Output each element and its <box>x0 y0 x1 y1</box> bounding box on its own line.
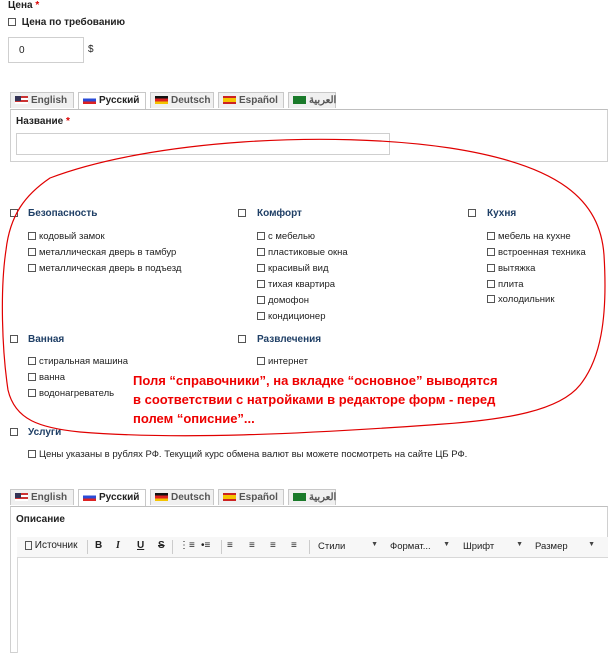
font-dropdown[interactable]: Шрифт ▼ <box>463 541 523 552</box>
document-icon <box>25 540 32 550</box>
tab-arabic[interactable]: العربية <box>288 489 336 505</box>
numbered-list-icon[interactable]: ⋮≡ <box>179 540 195 551</box>
align-right-icon[interactable]: ≡ <box>270 540 276 551</box>
tab-deutsch[interactable]: Deutsch <box>150 489 214 505</box>
underline-button[interactable]: U <box>137 540 144 551</box>
size-dropdown[interactable]: Размер ▼ <box>535 541 595 552</box>
chevron-down-icon: ▼ <box>588 541 595 548</box>
italic-button[interactable]: I <box>116 540 120 551</box>
separator <box>172 540 173 554</box>
separator <box>87 540 88 554</box>
tab-espanol[interactable]: Español <box>218 489 284 505</box>
chevron-down-icon: ▼ <box>516 541 523 548</box>
align-left-icon[interactable]: ≡ <box>227 540 233 551</box>
bulleted-list-icon[interactable]: •≡ <box>201 540 210 551</box>
flag-ru-icon <box>83 493 96 502</box>
styles-dropdown[interactable]: Стили ▼ <box>318 541 378 552</box>
annotation-line-1: Поля “справочники”, на вкладке “основное… <box>133 373 498 388</box>
flag-es-icon <box>223 493 236 502</box>
chevron-down-icon: ▼ <box>371 541 378 548</box>
language-tabs-description: English Русский Deutsch Español العربية <box>10 489 608 507</box>
flag-us-icon <box>15 493 28 502</box>
format-dropdown[interactable]: Формат... ▼ <box>390 541 450 552</box>
tab-russian[interactable]: Русский <box>78 489 146 506</box>
annotation-text: Поля “справочники”, на вкладке “основное… <box>133 371 603 428</box>
chevron-down-icon: ▼ <box>443 541 450 548</box>
description-editor[interactable] <box>17 558 608 653</box>
annotation-line-2: в соответствии с натройками в редакторе … <box>133 392 496 407</box>
flag-sa-icon <box>293 493 306 502</box>
separator <box>221 540 222 554</box>
align-justify-icon[interactable]: ≡ <box>291 540 297 551</box>
editor-toolbar: Источник B I U S ⋮≡ •≡ ≡ ≡ ≡ ≡ Стили ▼ Фо… <box>17 537 608 558</box>
flag-de-icon <box>155 493 168 502</box>
description-label: Описание <box>16 514 65 525</box>
separator <box>309 540 310 554</box>
strikethrough-button[interactable]: S <box>158 540 165 551</box>
annotation-line-3: полем “описние”... <box>133 411 255 426</box>
source-button[interactable]: Источник <box>25 540 77 551</box>
tab-english[interactable]: English <box>10 489 74 505</box>
align-center-icon[interactable]: ≡ <box>249 540 255 551</box>
bold-button[interactable]: B <box>95 540 102 551</box>
